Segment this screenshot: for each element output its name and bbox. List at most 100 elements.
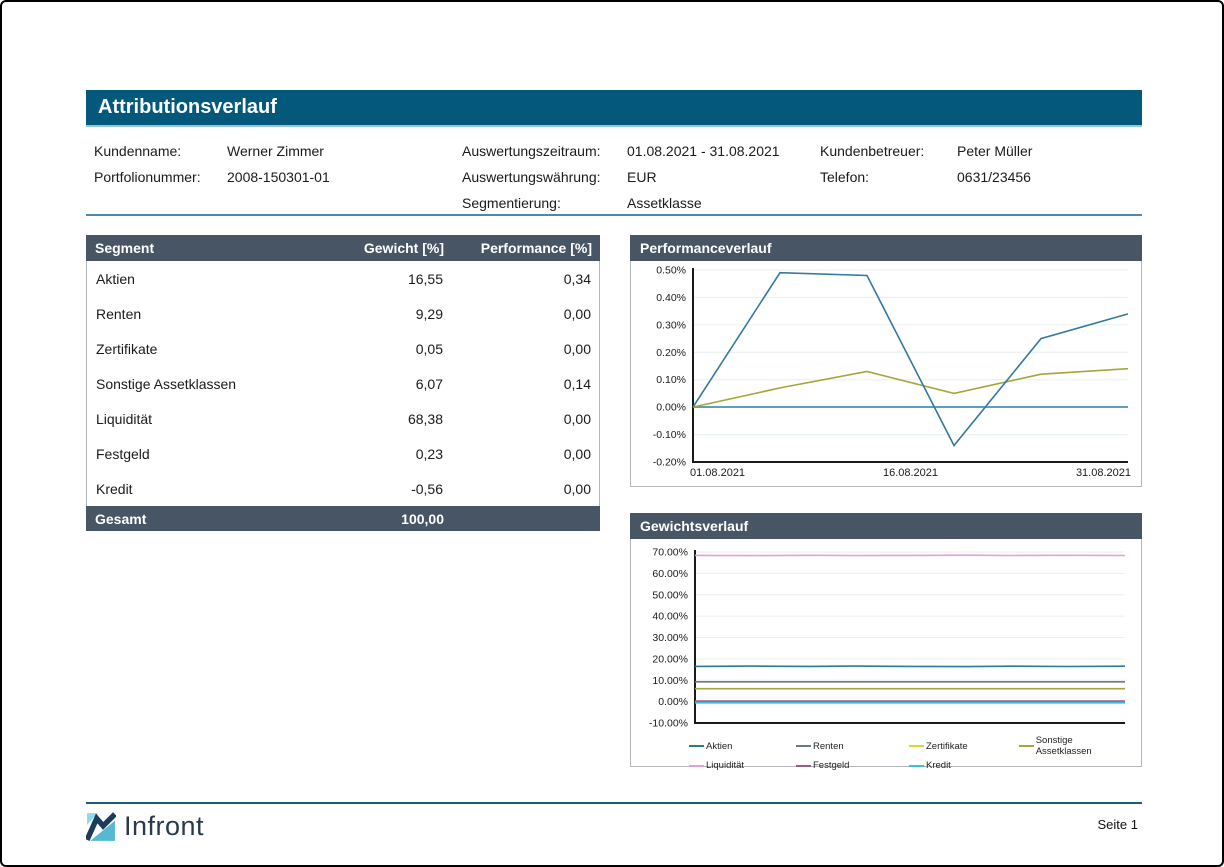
cell-gewicht: 0,05 [331, 341, 451, 357]
legend-swatch [1019, 745, 1034, 747]
cell-segment: Zertifikate [87, 341, 331, 357]
y-tick-label: 10.00% [652, 675, 688, 687]
brand-logo: Infront [86, 811, 204, 842]
legend-label: Renten [813, 741, 844, 752]
cell-segment: Festgeld [87, 446, 331, 462]
info-row: Segmentierung:Assetklasse [462, 190, 780, 216]
legend-label: Aktien [706, 741, 732, 752]
y-tick-label: 0.00% [656, 402, 686, 414]
table-row: Zertifikate0,050,00 [87, 331, 599, 366]
cell-performance: 0,14 [451, 376, 599, 392]
legend-label: Liquidität [706, 760, 744, 771]
total-label: Gesamt [86, 511, 332, 527]
cell-gewicht: 6,07 [331, 376, 451, 392]
info-row: Telefon:0631/23456 [820, 164, 1032, 190]
series-line-aktien [695, 666, 1125, 667]
cell-performance: 0,00 [451, 446, 599, 462]
info-value: Peter Müller [957, 143, 1032, 159]
y-tick-label: 0.00% [658, 696, 688, 708]
cell-segment: Renten [87, 306, 331, 322]
legend-item-renten: Renten [796, 735, 909, 757]
legend-item-aktien: Aktien [689, 735, 796, 757]
info-column-client: Kundenname:Werner ZimmerPortfolionummer:… [94, 138, 330, 190]
info-value: Assetklasse [627, 195, 702, 211]
y-tick-label: -0.20% [653, 457, 686, 469]
info-row: Auswertungszeitraum:01.08.2021 - 31.08.2… [462, 138, 780, 164]
info-value: Werner Zimmer [227, 143, 324, 159]
segment-table: Segment Gewicht [%] Performance [%] Akti… [86, 235, 600, 531]
y-tick-label: 30.00% [652, 632, 688, 644]
y-tick-label: 50.00% [652, 589, 688, 601]
infront-logo-icon [86, 812, 116, 842]
performance-line-chart: -0.20%-0.10%0.00%0.10%0.20%0.30%0.40%0.5… [631, 261, 1141, 485]
info-label: Telefon: [820, 169, 957, 185]
info-label: Kundenbetreuer: [820, 143, 957, 159]
y-tick-label: 60.00% [652, 568, 688, 580]
weight-chart-title: Gewichtsverlauf [630, 513, 1142, 539]
legend-item-festgeld: Festgeld [796, 760, 909, 771]
col-header-performance: Performance [%] [452, 240, 600, 256]
table-row: Sonstige Assetklassen6,070,14 [87, 366, 599, 401]
cell-performance: 0,00 [451, 341, 599, 357]
y-tick-label: 0.10% [656, 374, 686, 386]
info-label: Auswertungszeitraum: [462, 143, 627, 159]
info-row: Kundenbetreuer:Peter Müller [820, 138, 1032, 164]
x-tick-label: 16.08.2021 [883, 467, 938, 479]
footer-rule [86, 802, 1142, 804]
weight-chart-legend: Aktien Renten Zertifikate Sonstige Assetkla… [689, 735, 1129, 771]
y-tick-label: 20.00% [652, 653, 688, 665]
info-label: Kundenname: [94, 143, 227, 159]
cell-performance: 0,00 [451, 481, 599, 497]
info-divider [86, 214, 1142, 216]
info-row: Portfolionummer:2008-150301-01 [94, 164, 330, 190]
info-value: 01.08.2021 - 31.08.2021 [627, 143, 780, 159]
performance-chart-panel: -0.20%-0.10%0.00%0.10%0.20%0.30%0.40%0.5… [630, 261, 1142, 487]
legend-item-liquidit-t: Liquidität [689, 760, 796, 771]
legend-item-kredit: Kredit [909, 760, 1019, 771]
legend-swatch [796, 765, 811, 767]
table-row: Renten9,290,00 [87, 296, 599, 331]
cell-gewicht: 68,38 [331, 411, 451, 427]
cell-gewicht: 16,55 [331, 271, 451, 287]
info-column-evaluation: Auswertungszeitraum:01.08.2021 - 31.08.2… [462, 138, 780, 216]
info-value: 2008-150301-01 [227, 169, 330, 185]
legend-label: Zertifikate [926, 741, 968, 752]
series-line-aktien [693, 273, 1128, 446]
cell-gewicht: 0,23 [331, 446, 451, 462]
legend-label: Festgeld [813, 760, 849, 771]
segment-table-body: Aktien16,550,34Renten9,290,00Zertifikate… [86, 261, 600, 506]
info-value: 0631/23456 [957, 169, 1031, 185]
info-row: Auswertungswährung:EUR [462, 164, 780, 190]
info-row: Kundenname:Werner Zimmer [94, 138, 330, 164]
segment-table-header: Segment Gewicht [%] Performance [%] [86, 235, 600, 261]
report-page: Attributionsverlauf Kundenname:Werner Zi… [0, 0, 1224, 867]
total-gewicht: 100,00 [332, 511, 452, 527]
x-tick-label: 01.08.2021 [690, 467, 745, 479]
weight-chart-panel: -10.00% 0.00% 10.00% 20.00% 30.00% 40.00% 50.0… [630, 539, 1142, 767]
y-tick-label: 0.50% [656, 265, 686, 277]
y-tick-label: 0.30% [656, 319, 686, 331]
page-title: Attributionsverlauf [86, 90, 1142, 127]
y-tick-label: -0.10% [653, 429, 686, 441]
info-label: Segmentierung: [462, 195, 627, 211]
col-header-segment: Segment [86, 240, 332, 256]
segment-table-total-row: Gesamt 100,00 [86, 506, 600, 531]
cell-segment: Kredit [87, 481, 331, 497]
info-label: Portfolionummer: [94, 169, 227, 185]
info-label: Auswertungswährung: [462, 169, 627, 185]
legend-item-sonstige-assetklassen: Sonstige Assetklassen [1019, 735, 1129, 757]
legend-label: Sonstige Assetklassen [1036, 735, 1129, 757]
col-header-gewicht: Gewicht [%] [332, 240, 452, 256]
table-row: Festgeld0,230,00 [87, 436, 599, 471]
cell-gewicht: -0,56 [331, 481, 451, 497]
x-tick-label: 31.08.2021 [1076, 467, 1131, 479]
legend-swatch [689, 765, 704, 767]
legend-swatch [909, 765, 924, 767]
y-tick-label: 40.00% [652, 611, 688, 623]
cell-segment: Sonstige Assetklassen [87, 376, 331, 392]
cell-performance: 0,00 [451, 306, 599, 322]
y-tick-label: 0.20% [656, 347, 686, 359]
y-tick-label: -10.00% [649, 718, 688, 730]
client-info-grid: Kundenname:Werner ZimmerPortfolionummer:… [86, 138, 1142, 214]
table-row: Kredit-0,560,00 [87, 471, 599, 506]
